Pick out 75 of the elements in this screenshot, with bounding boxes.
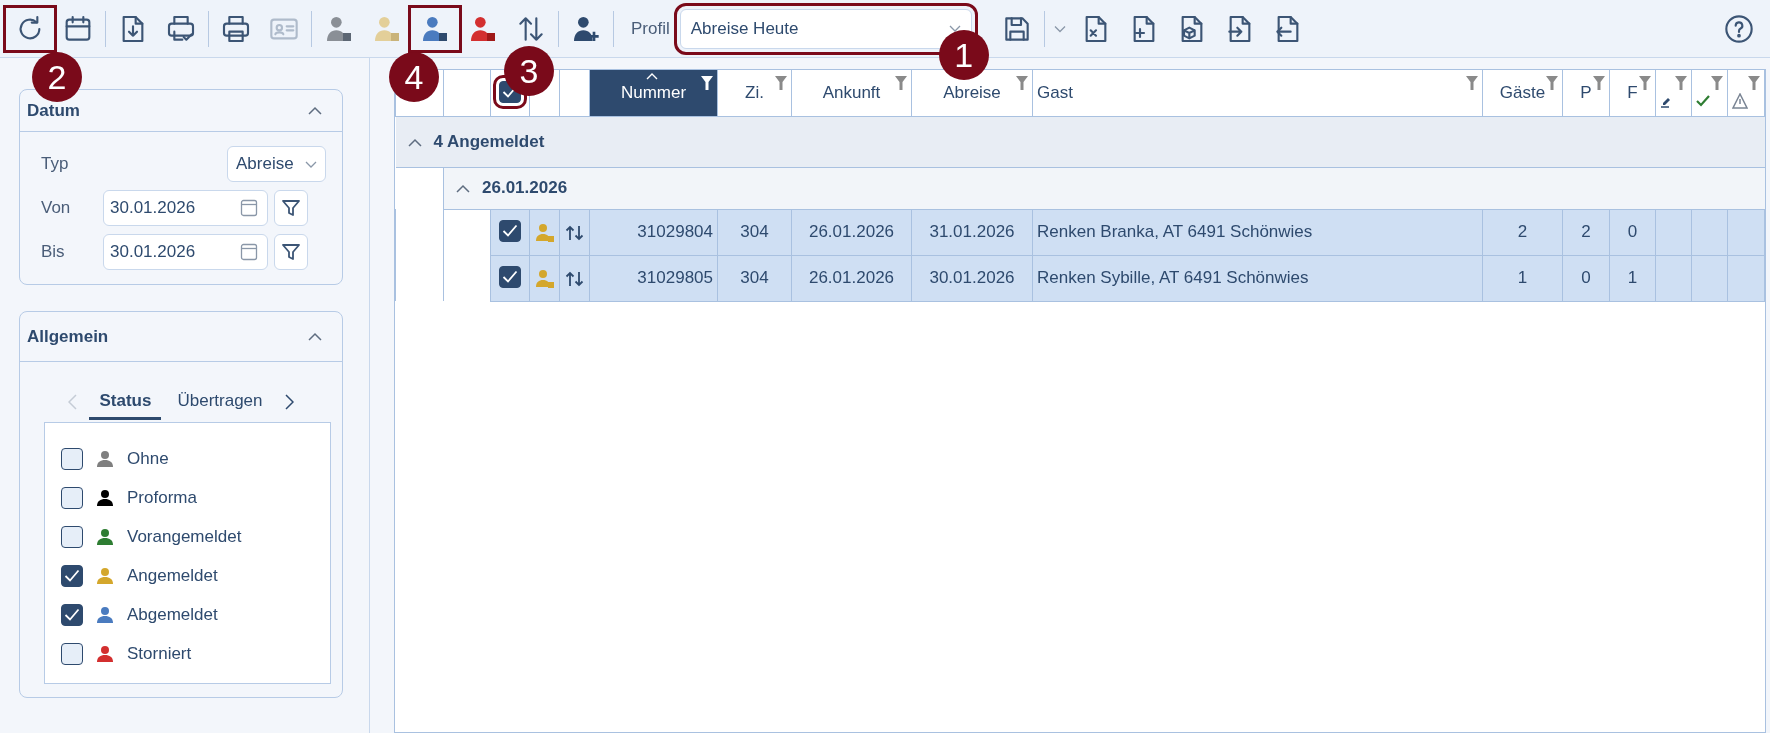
checkmark-icon — [502, 270, 518, 284]
panel-title: Datum — [27, 99, 80, 122]
filter-icon — [281, 198, 301, 218]
panel-title: Allgemein — [27, 325, 109, 348]
table-cell: Renken Sybille, AT 6491 Schönwies — [1032, 255, 1483, 301]
chevron-icon — [308, 332, 322, 341]
table-cell: 0 — [1562, 255, 1610, 301]
table-cell: 2 — [1562, 209, 1610, 255]
field-label: Von — [41, 197, 72, 220]
row-checkbox[interactable] — [499, 265, 521, 288]
table-cell: 1 — [1609, 255, 1656, 301]
checkmark-icon — [64, 608, 80, 621]
type-dropdown[interactable]: Abreise — [227, 146, 326, 182]
checkbox[interactable] — [61, 447, 83, 470]
swap-arrows-icon — [564, 224, 585, 241]
calendar-icon[interactable] — [240, 199, 258, 217]
table-cell: 31029805 — [589, 255, 718, 301]
chevron-icon — [68, 394, 78, 410]
table-cell: 304 — [717, 209, 792, 255]
table-cell: 2 — [1482, 209, 1563, 255]
column-header[interactable]: P — [1562, 70, 1610, 116]
filter-button[interactable] — [274, 190, 308, 226]
date-field[interactable]: 30.01.2026 — [103, 190, 268, 226]
checkbox[interactable] — [61, 486, 83, 509]
swap-arrows-icon — [564, 270, 585, 287]
sort-ascending-icon — [645, 72, 658, 80]
checkmark-icon — [1696, 94, 1710, 107]
checkbox[interactable] — [61, 564, 83, 587]
column-header[interactable]: Gäste — [1482, 70, 1563, 116]
column-header[interactable]: Zi. — [717, 70, 792, 116]
calendar-icon[interactable] — [240, 243, 258, 261]
status-label: Angemeldet — [127, 564, 218, 587]
tab[interactable]: Übertragen — [167, 383, 273, 421]
filter-icon — [281, 242, 301, 262]
column-header[interactable]: F — [1609, 70, 1656, 116]
table-cell: 0 — [1609, 209, 1656, 255]
status-label: Abgemeldet — [127, 603, 218, 626]
group-label: 4 Angemeldet — [433, 131, 545, 151]
table-cell: 31029804 — [589, 209, 718, 255]
caret-icon — [1053, 24, 1066, 33]
chevron-icon — [284, 394, 294, 410]
caret-icon — [305, 160, 317, 168]
chevron-icon — [407, 137, 422, 147]
checkbox[interactable] — [61, 603, 83, 626]
filter-icon[interactable] — [701, 76, 713, 90]
group-label: 26.01.2026 — [482, 178, 568, 198]
status-label: Storniert — [127, 642, 192, 665]
checkmark-icon — [64, 569, 80, 582]
status-label: Vorangemeldet — [127, 525, 242, 548]
column-header[interactable]: Nummer — [589, 70, 718, 116]
row-checkbox[interactable] — [499, 219, 521, 242]
date-field[interactable]: 30.01.2026 — [103, 234, 268, 270]
field-label: Bis — [41, 241, 66, 264]
help-icon — [1723, 12, 1755, 45]
column-header[interactable]: Abreise — [911, 70, 1033, 116]
table-cell: 1 — [1482, 255, 1563, 301]
checkbox[interactable] — [61, 525, 83, 548]
status-label: Proforma — [127, 486, 197, 509]
warning-icon — [1732, 92, 1748, 109]
profile-label: Profil — [631, 17, 670, 40]
table-cell: Renken Branka, AT 6491 Schönwies — [1032, 209, 1483, 255]
checkbox[interactable] — [61, 642, 83, 665]
chevron-icon — [308, 106, 322, 115]
status-label: Ohne — [127, 447, 169, 470]
table-cell: 30.01.2026 — [911, 255, 1033, 301]
table-cell: 304 — [717, 255, 792, 301]
column-header[interactable]: Gast — [1032, 70, 1483, 116]
field-label: Typ — [41, 153, 70, 176]
chevron-icon — [456, 184, 470, 194]
table-cell: 26.01.2026 — [791, 209, 912, 255]
column-header[interactable]: Ankunft — [791, 70, 912, 116]
table-cell: 26.01.2026 — [791, 255, 912, 301]
table-cell: 31.01.2026 — [911, 209, 1033, 255]
checkmark-icon — [502, 224, 518, 238]
filter-button[interactable] — [274, 234, 308, 270]
